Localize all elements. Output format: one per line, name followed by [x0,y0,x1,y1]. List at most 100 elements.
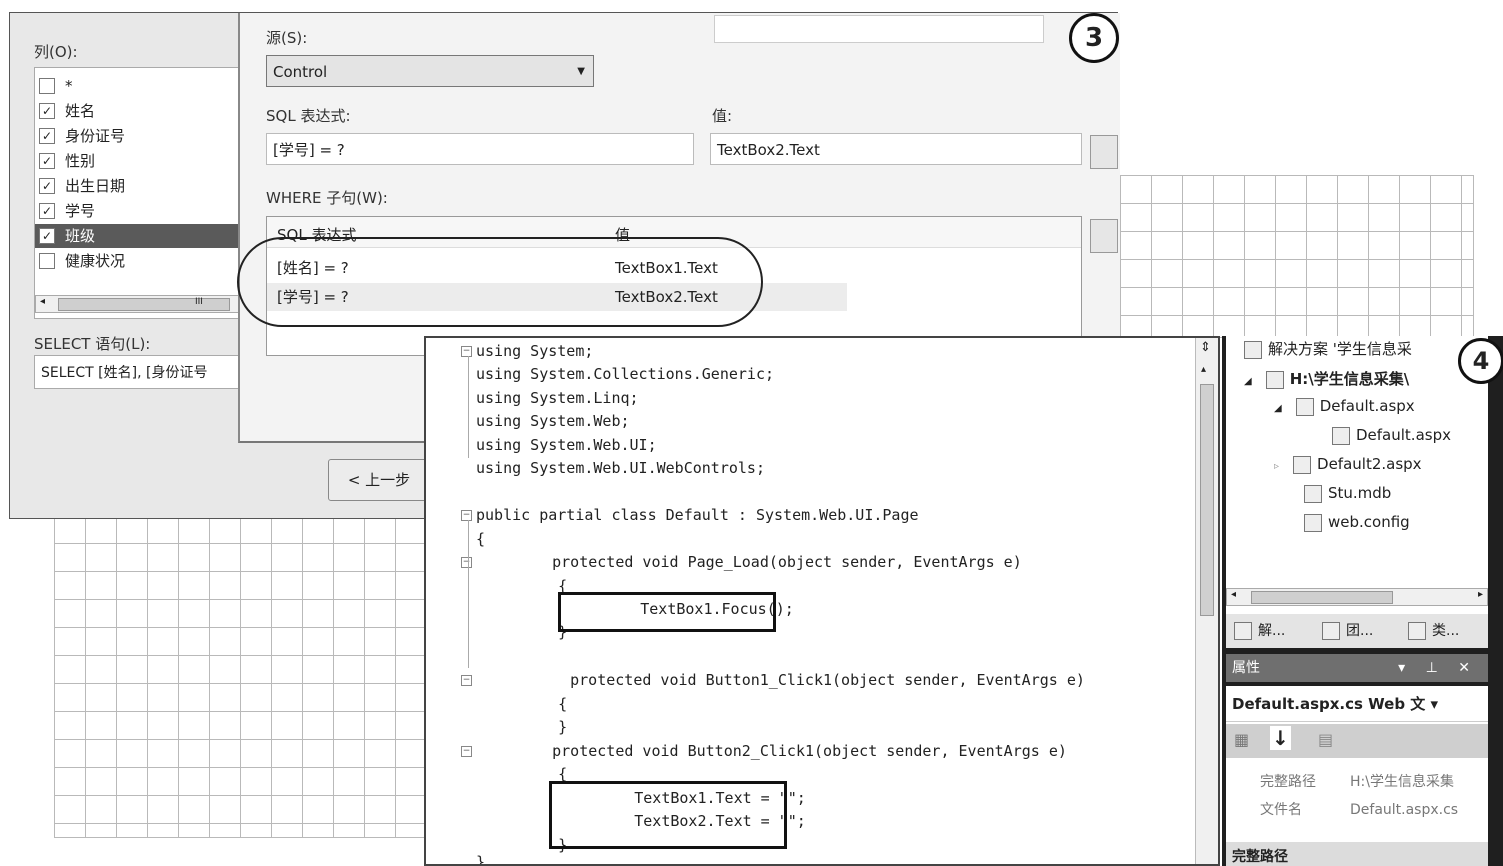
tab-solution-explorer[interactable]: 解... [1234,620,1285,640]
previous-button[interactable]: < 上一步 [328,459,430,501]
code-line[interactable]: protected void Page_Load(object sender, … [516,553,1022,571]
categorized-icon[interactable]: ▦ [1234,730,1249,749]
column-item[interactable]: 健康状况 [35,249,238,273]
tab-label: 类... [1432,623,1460,639]
tree-item-web-config[interactable]: web.config [1304,513,1410,532]
column-item[interactable]: ✓ 性别 [35,149,238,173]
scroll-left-arrow-icon[interactable]: ◂ [1231,589,1236,600]
team-icon [1322,622,1340,640]
column-item[interactable]: ✓ 学号 [35,199,238,223]
parameter-properties-box[interactable] [714,15,1044,43]
aspx-file-icon [1293,455,1312,474]
expand-arrow-icon[interactable]: ◢ [1244,376,1252,387]
editor-scroll-thumb[interactable] [1200,384,1214,616]
split-icon[interactable]: ⇕ [1200,340,1211,355]
code-line[interactable]: using System.Web; [476,412,630,430]
tree-solution[interactable]: 解决方案 '学生信息采 [1244,338,1412,359]
column-item[interactable]: ✓ 姓名 [35,99,238,123]
column-checkbox[interactable] [39,253,55,269]
column-checkbox[interactable]: ✓ [39,128,55,144]
properties-title-bar: 属性 ▾ ⊥ ✕ [1226,654,1488,682]
column-checkbox[interactable]: ✓ [39,228,55,244]
code-line[interactable]: using System.Web.UI; [476,436,657,454]
remove-button[interactable] [1090,219,1118,253]
tree-project[interactable]: ◢ H:\学生信息采集\ [1244,368,1409,389]
tab-class-view[interactable]: 类... [1408,620,1459,640]
code-line[interactable]: { [476,530,485,548]
code-line[interactable]: using System.Web.UI.WebControls; [476,459,765,477]
fold-toggle-icon[interactable]: − [461,346,472,357]
column-checkbox[interactable]: ✓ [39,153,55,169]
code-line[interactable]: using System.Linq; [476,389,639,407]
tree-item-default-aspx-cs[interactable]: Default.aspx [1332,426,1451,445]
property-row[interactable]: 文件名 Default.aspx.cs [1226,796,1488,824]
source-dropdown[interactable]: Control ▼ [266,55,594,87]
fold-toggle-icon[interactable]: − [461,746,472,757]
code-line[interactable]: protected void Button1_Click1(object sen… [534,671,1085,689]
column-item[interactable]: * [35,74,238,98]
sql-expression-field[interactable]: [学号] = ? [266,133,694,165]
columns-scroll-thumb[interactable]: III [58,297,230,311]
property-row[interactable]: 完整路径 H:\学生信息采集 [1226,768,1488,796]
code-line[interactable]: using System.Collections.Generic; [476,365,774,383]
solution-hscrollbar[interactable]: ◂ ▸ [1226,588,1488,606]
add-button[interactable] [1090,135,1118,169]
property-value: Default.aspx.cs [1350,802,1459,818]
step-badge-3: 3 [1069,13,1119,63]
sql-expression-label: SQL 表达式: [266,107,351,125]
columns-list[interactable]: * ✓ 姓名 ✓ 身份证号 ✓ 性别 ✓ 出生日期 ✓ 学号 ✓ 班级 健康状况 ◂ III [34,67,241,319]
select-statement-label: SELECT 语句(L): [34,335,151,353]
scroll-up-arrow-icon[interactable]: ▴ [1201,364,1206,375]
code-line[interactable]: { [522,695,567,713]
column-checkbox[interactable]: ✓ [39,178,55,194]
item-label: Default.aspx [1356,426,1451,444]
item-label: Default.aspx [1319,397,1415,415]
property-pages-icon[interactable]: ▤ [1318,730,1333,749]
column-item[interactable]: ✓ 班级 [35,224,238,248]
sort-alphabetical-icon[interactable]: ↓ [1270,726,1291,750]
expand-arrow-icon[interactable]: ◢ [1274,403,1282,414]
code-line[interactable]: using System; [476,342,593,360]
column-name: * [65,77,73,95]
select-statement-box[interactable]: SELECT [姓名], [身份证号 [34,355,239,389]
properties-title: 属性 [1232,660,1260,676]
side-panels: 解决方案 '学生信息采 ◢ H:\学生信息采集\ ◢ Default.aspx De… [1222,336,1503,866]
properties-object-selector[interactable]: Default.aspx.cs Web 文 ▾ [1226,686,1488,722]
editor-vscrollbar[interactable]: ⇕ ▴ [1195,338,1218,864]
value-field[interactable]: TextBox2.Text [710,133,1082,165]
column-name: 学号 [65,202,96,220]
tree-item-stu-mdb[interactable]: Stu.mdb [1304,484,1391,503]
project-icon [1265,370,1284,389]
solution-icon [1244,340,1262,359]
tab-label: 解... [1258,623,1286,639]
column-name: 健康状况 [65,252,126,270]
chevron-down-icon[interactable]: ▼ [577,56,585,88]
scroll-left-arrow-icon[interactable]: ◂ [40,296,45,307]
code-editor[interactable]: using System; using System.Collections.Ge… [424,336,1220,866]
column-item[interactable]: ✓ 身份证号 [35,124,238,148]
column-checkbox[interactable]: ✓ [39,203,55,219]
column-checkbox[interactable] [39,78,55,94]
column-item[interactable]: ✓ 出生日期 [35,174,238,198]
columns-hscrollbar[interactable]: ◂ III [35,295,240,313]
value-label: 值: [712,107,733,125]
code-line[interactable]: protected void Button2_Click1(object sen… [516,742,1067,760]
scroll-right-arrow-icon[interactable]: ▸ [1478,589,1483,600]
fold-guide [468,520,469,668]
tab-team[interactable]: 团... [1322,620,1373,640]
column-checkbox[interactable]: ✓ [39,103,55,119]
fold-toggle-icon[interactable]: − [461,675,472,686]
tree-item-default-aspx[interactable]: ◢ Default.aspx [1274,397,1415,416]
source-value: Control [273,63,328,81]
item-label: web.config [1328,513,1410,531]
collapsed-arrow-icon[interactable]: ▹ [1274,461,1279,472]
solution-scroll-thumb[interactable] [1251,591,1393,604]
code-line[interactable]: } [522,718,567,736]
code-line[interactable]: public partial class Default : System.We… [476,506,919,524]
fold-toggle-icon[interactable]: − [461,510,472,521]
fold-toggle-icon[interactable]: − [461,557,472,568]
tree-item-default2-aspx[interactable]: ▹ Default2.aspx [1274,455,1422,474]
window-controls[interactable]: ▾ ⊥ ✕ [1398,654,1478,682]
highlight-oval [237,237,763,327]
code-line[interactable]: } [476,853,485,864]
